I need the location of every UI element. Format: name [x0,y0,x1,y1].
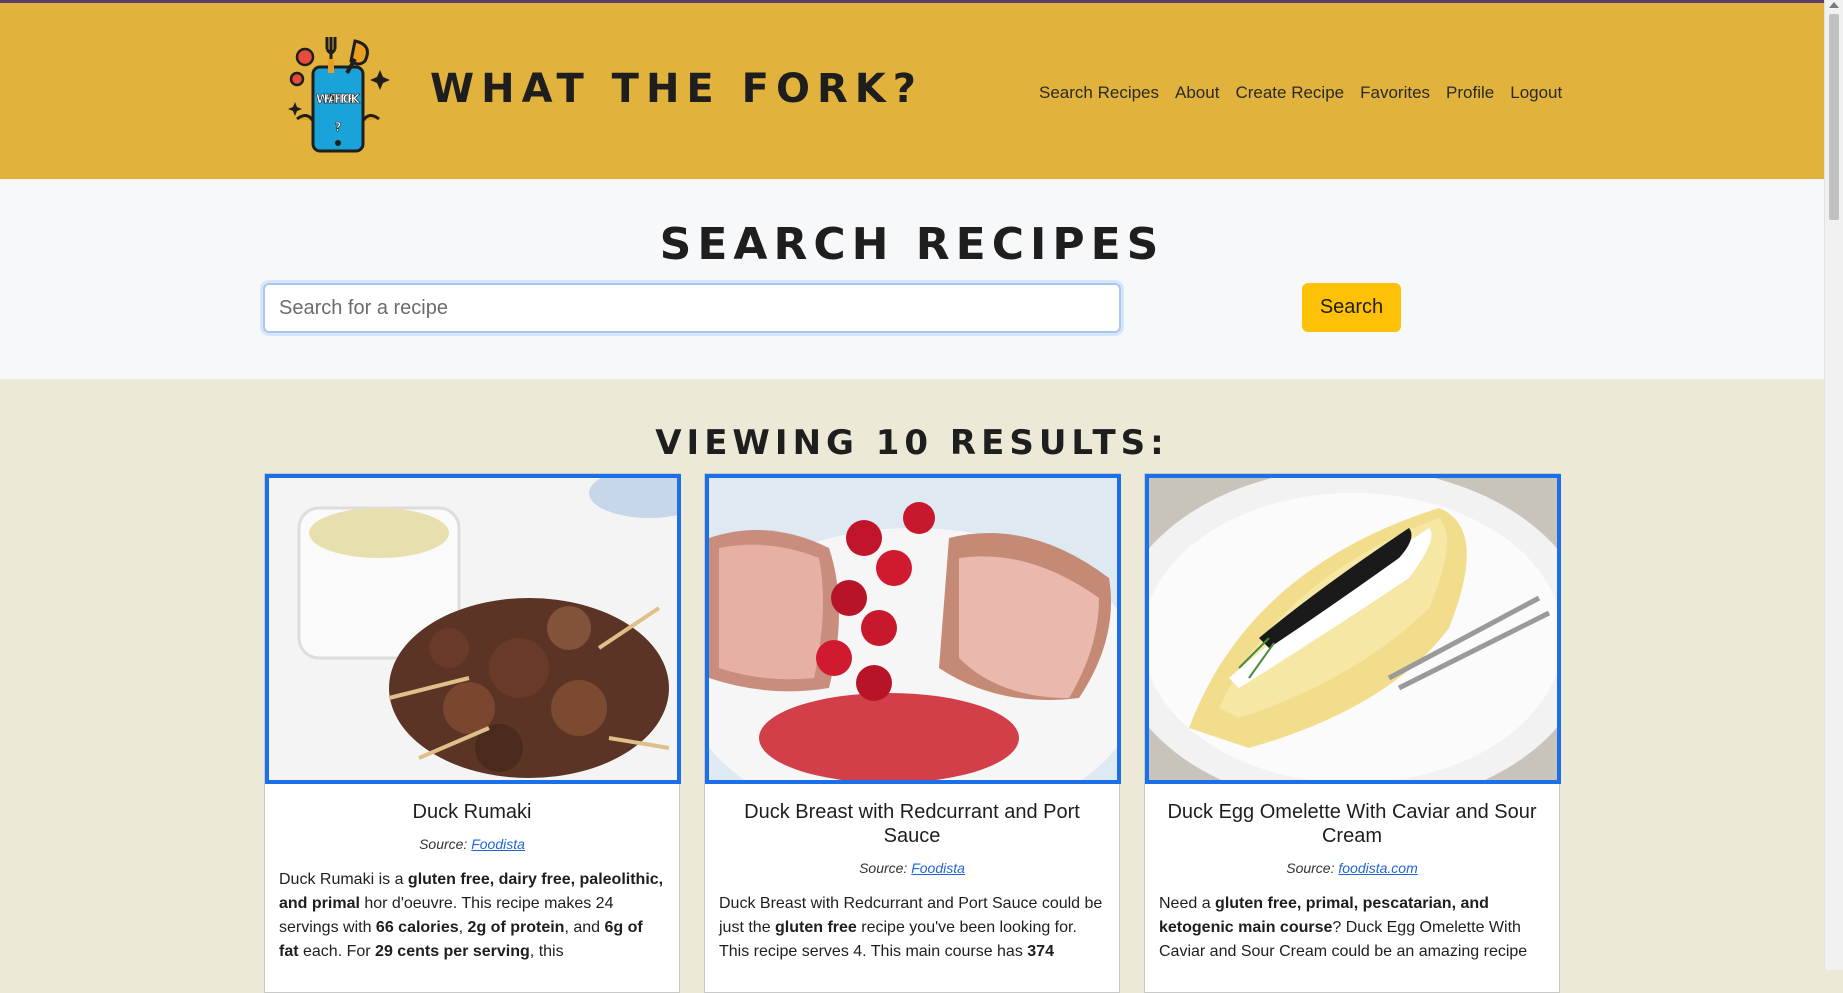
recipe-description: Duck Breast with Redcurrant and Port Sau… [719,892,1105,964]
description-segment: Need a [1159,895,1216,912]
results-title: VIEWING 10 RESULTS: [655,423,1169,463]
description-segment: Duck Rumaki is a [279,871,408,888]
description-segment: , and [564,919,605,936]
recipe-title[interactable]: Duck Breast with Redcurrant and Port Sau… [719,800,1105,848]
recipe-source-link[interactable]: Foodista [911,860,965,876]
recipe-card[interactable]: Duck Rumaki Source: Foodista Duck Rumaki… [264,473,681,993]
description-segment: 29 cents per serving [375,943,530,960]
nav-search-recipes[interactable]: Search Recipes [1039,83,1159,103]
svg-text:WHAT THE FORK: WHAT THE FORK [316,92,361,106]
search-button[interactable]: Search [1302,283,1401,332]
recipe-image[interactable] [265,474,681,784]
recipe-source: Source: Foodista [859,860,965,876]
recipe-card[interactable]: Duck Egg Omelette With Caviar and Sour C… [1144,473,1561,993]
recipe-source: Source: Foodista [419,836,525,852]
description-segment: , [458,919,468,936]
what-the-fork-logo[interactable]: WHAT THE FORK ? [283,33,395,155]
description-segment: gluten free [775,919,857,936]
recipe-description: Need a gluten free, primal, pescatarian,… [1159,892,1545,964]
recipe-source-link[interactable]: Foodista [471,836,525,852]
scroll-up-arrow-icon[interactable] [1829,2,1839,8]
description-segment: each. For [298,943,376,960]
nav-profile[interactable]: Profile [1446,83,1494,103]
recipe-title[interactable]: Duck Rumaki [279,800,665,824]
page-scrollbar[interactable] [1824,0,1843,970]
recipe-image[interactable] [1145,474,1561,784]
svg-text:?: ? [335,120,342,134]
site-title[interactable]: WHAT THE FORK? [430,66,923,112]
description-segment: 374 [1027,943,1054,960]
site-header: WHAT THE FORK ? WHAT THE FORK? Search Re… [0,3,1824,179]
main-nav: Search Recipes About Create Recipe Favor… [1039,83,1562,103]
nav-favorites[interactable]: Favorites [1360,83,1430,103]
search-input[interactable] [263,283,1121,333]
recipe-source: Source: foodista.com [1286,860,1418,876]
search-section: SEARCH RECIPES Search [0,179,1824,379]
recipe-image[interactable] [705,474,1121,784]
description-segment: 2g of protein [467,919,565,936]
nav-about[interactable]: About [1175,83,1219,103]
nav-logout[interactable]: Logout [1510,83,1562,103]
nav-create-recipe[interactable]: Create Recipe [1235,83,1344,103]
description-segment: 66 calories [375,919,459,936]
description-segment: , this [529,943,564,960]
search-title: SEARCH RECIPES [659,219,1165,270]
recipe-description: Duck Rumaki is a gluten free, dairy free… [279,868,665,964]
recipe-source-link[interactable]: foodista.com [1338,860,1417,876]
scrollbar-thumb[interactable] [1829,14,1839,220]
recipe-card[interactable]: Duck Breast with Redcurrant and Port Sau… [704,473,1121,993]
recipe-title[interactable]: Duck Egg Omelette With Caviar and Sour C… [1159,800,1545,848]
